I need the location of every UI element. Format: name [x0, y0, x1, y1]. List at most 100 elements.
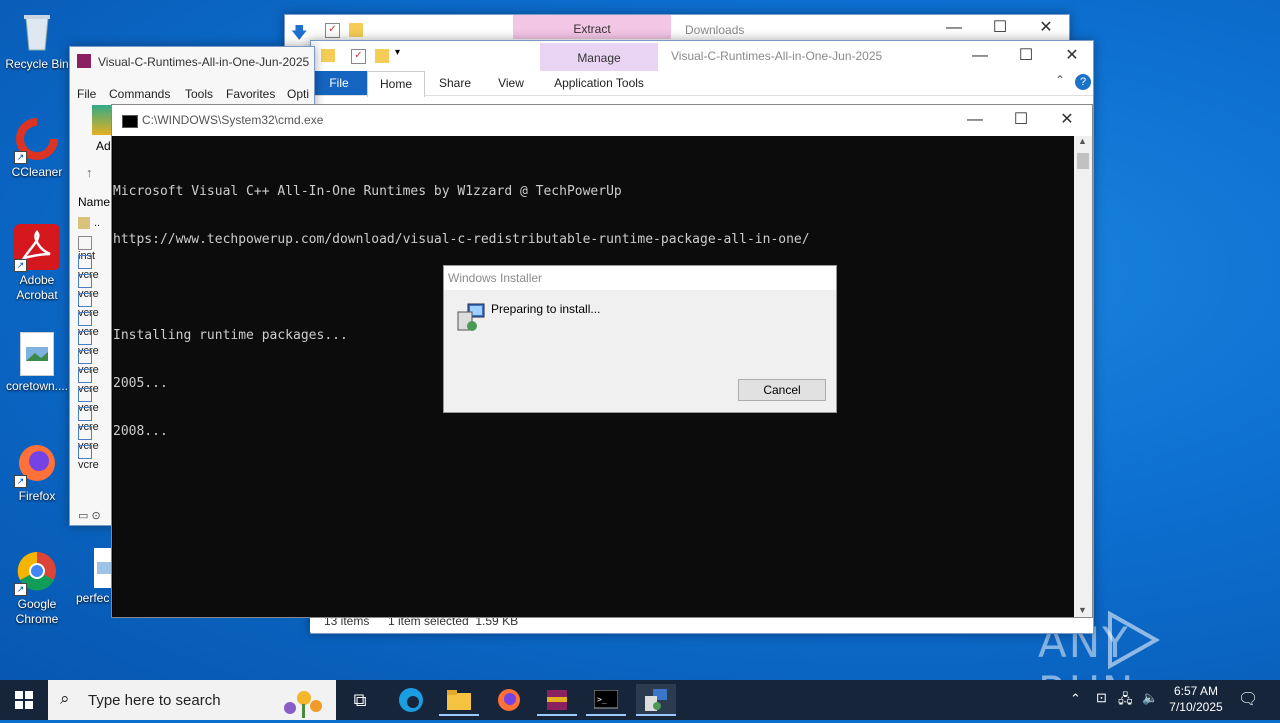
close-button[interactable]: ✕ — [1044, 105, 1090, 135]
tab-manage[interactable]: Manage — [540, 43, 658, 73]
list-item[interactable]: vcre — [78, 445, 112, 471]
menu-file[interactable]: File — [77, 87, 96, 101]
tab-file[interactable]: File — [311, 71, 367, 95]
search-highlight-icon — [272, 684, 332, 718]
exe-file-icon — [78, 293, 92, 307]
menu-options[interactable]: Opti — [287, 87, 309, 101]
collapse-ribbon-icon[interactable]: ⌃ — [1055, 73, 1065, 87]
list-item[interactable]: vcre — [78, 426, 112, 452]
tab-share[interactable]: Share — [427, 71, 483, 95]
svg-text:>_: >_ — [597, 695, 607, 704]
clock[interactable]: 6:57 AM 7/10/2025 — [1162, 684, 1230, 714]
network-icon[interactable]: 🖧 — [1118, 690, 1133, 712]
edge-icon[interactable] — [391, 684, 431, 716]
search-icon: ⌕ — [60, 689, 70, 708]
maximize-button[interactable]: ☐ — [1003, 41, 1049, 71]
list-item[interactable]: .. — [78, 217, 112, 235]
installer-taskbar-icon[interactable] — [636, 684, 676, 716]
menu-tools[interactable]: Tools — [185, 87, 213, 101]
desktop-icon-adobe-acrobat[interactable]: ↗ Adobe Acrobat — [1, 224, 73, 303]
task-view-icon[interactable]: ⧉ — [340, 684, 380, 716]
desktop-icon-perfec[interactable]: perfec — [70, 548, 118, 606]
folder-icon — [321, 49, 335, 62]
menu-favorites[interactable]: Favorites — [226, 87, 275, 101]
add-archive-icon[interactable] — [92, 105, 112, 135]
console-icon — [122, 115, 138, 128]
desktop-icon-google-chrome[interactable]: ↗ Google Chrome — [1, 548, 73, 627]
titlebar: C:\WINDOWS\System32\cmd.exe — ☐ ✕ — [112, 105, 1092, 136]
shortcut-arrow-icon: ↗ — [14, 475, 27, 488]
file-explorer-icon[interactable] — [439, 684, 479, 716]
exe-file-icon — [78, 255, 92, 269]
maximize-button[interactable]: ☐ — [998, 105, 1044, 135]
chevron-up-icon[interactable]: ⌃ — [1070, 691, 1081, 707]
folder-icon[interactable] — [349, 23, 363, 37]
exe-file-icon — [78, 369, 92, 383]
minimize-button[interactable]: — — [931, 13, 977, 43]
console-line: 2008... — [113, 424, 168, 439]
taskbar-search[interactable]: ⌕ Type here to search — [48, 680, 336, 720]
tab-application-tools[interactable]: Application Tools — [543, 71, 655, 95]
help-icon[interactable]: ? — [1075, 74, 1091, 90]
properties-icon[interactable]: ✓ — [351, 49, 366, 64]
search-input[interactable]: Type here to search — [88, 692, 221, 709]
start-button[interactable] — [4, 684, 44, 716]
list-item[interactable]: vcre — [78, 369, 112, 395]
taskbar: ⌕ Type here to search ⧉ >_ ⌃ ⊡ 🖧 🔈 6:57 … — [0, 680, 1280, 720]
minimize-button[interactable]: — — [952, 105, 998, 135]
console-line: Microsoft Visual C++ All-In-One Runtimes… — [113, 184, 622, 199]
scroll-up-icon[interactable]: ▲ — [1078, 136, 1087, 146]
list-item[interactable]: vcre — [78, 350, 112, 376]
exe-file-icon — [78, 407, 92, 421]
desktop-icon-firefox[interactable]: ↗ Firefox — [1, 440, 73, 504]
desktop-icon-recycle-bin[interactable]: Recycle Bin — [1, 8, 73, 72]
scroll-thumb[interactable] — [1077, 153, 1089, 169]
desktop-icon-label: Adobe Acrobat — [16, 273, 58, 302]
list-item[interactable]: vcre — [78, 312, 112, 338]
tab-home[interactable]: Home — [367, 71, 425, 97]
menu-commands[interactable]: Commands — [109, 87, 170, 101]
tab-extract[interactable]: Extract — [513, 15, 671, 39]
clock-date: 7/10/2025 — [1169, 700, 1223, 714]
minimize-button[interactable]: — — [957, 41, 1003, 71]
list-item[interactable]: vcre — [78, 293, 112, 319]
desktop-icon-label: Google Chrome — [15, 597, 59, 626]
exe-file-icon — [78, 312, 92, 326]
desktop-icon-ccleaner[interactable]: ↗ CCleaner — [1, 116, 73, 180]
cmd-taskbar-icon[interactable]: >_ — [586, 684, 626, 716]
list-item[interactable]: vcre — [78, 255, 112, 281]
desktop-icon-coretown[interactable]: coretown.... — [1, 332, 73, 394]
notification-icon[interactable]: 🗨 — [1238, 689, 1258, 709]
list-item[interactable]: vcre — [78, 331, 112, 357]
close-button[interactable]: ✕ — [1049, 41, 1095, 71]
exe-file-icon — [78, 426, 92, 440]
tab-view[interactable]: View — [483, 71, 539, 95]
properties-icon[interactable]: ✓ — [325, 23, 340, 38]
maximize-button[interactable]: ☐ — [977, 13, 1023, 43]
chevron-down-icon[interactable]: ▾ — [395, 47, 400, 58]
scroll-down-icon[interactable]: ▼ — [1078, 605, 1087, 615]
network-device-icon[interactable]: ⊡ — [1096, 690, 1107, 706]
cancel-button[interactable]: Cancel — [738, 379, 826, 401]
window-title: Visual-C-Runtimes-All-in-One-Jun-2025 — [671, 49, 883, 63]
titlebar: ✓ ▾ Manage Visual-C-Runtimes-All-in-One-… — [311, 41, 1093, 71]
volume-icon[interactable]: 🔈 — [1142, 690, 1158, 706]
up-arrow-icon[interactable]: ↑ — [86, 165, 93, 180]
new-folder-icon[interactable] — [375, 49, 389, 63]
list-item[interactable]: inst — [78, 236, 112, 262]
add-button-label[interactable]: Ad — [96, 139, 111, 153]
winrar-taskbar-icon[interactable] — [537, 684, 577, 716]
dialog-title: Windows Installer — [444, 266, 836, 290]
firefox-taskbar-icon[interactable] — [489, 684, 529, 716]
list-item[interactable]: vcre — [78, 274, 112, 300]
shortcut-arrow-icon: ↗ — [14, 151, 27, 164]
windows-installer-dialog[interactable]: Windows Installer Preparing to install..… — [443, 265, 837, 413]
list-item[interactable]: vcre — [78, 388, 112, 414]
vertical-scrollbar[interactable]: ▲ ▼ — [1074, 136, 1092, 617]
adobe-acrobat-icon: ↗ — [14, 224, 60, 272]
column-name-header[interactable]: Name — [78, 195, 110, 209]
close-button[interactable]: ✕ — [1023, 13, 1069, 43]
exe-file-icon — [78, 388, 92, 402]
list-item[interactable]: vcre — [78, 407, 112, 433]
manage-context-band: Manage — [540, 43, 658, 71]
